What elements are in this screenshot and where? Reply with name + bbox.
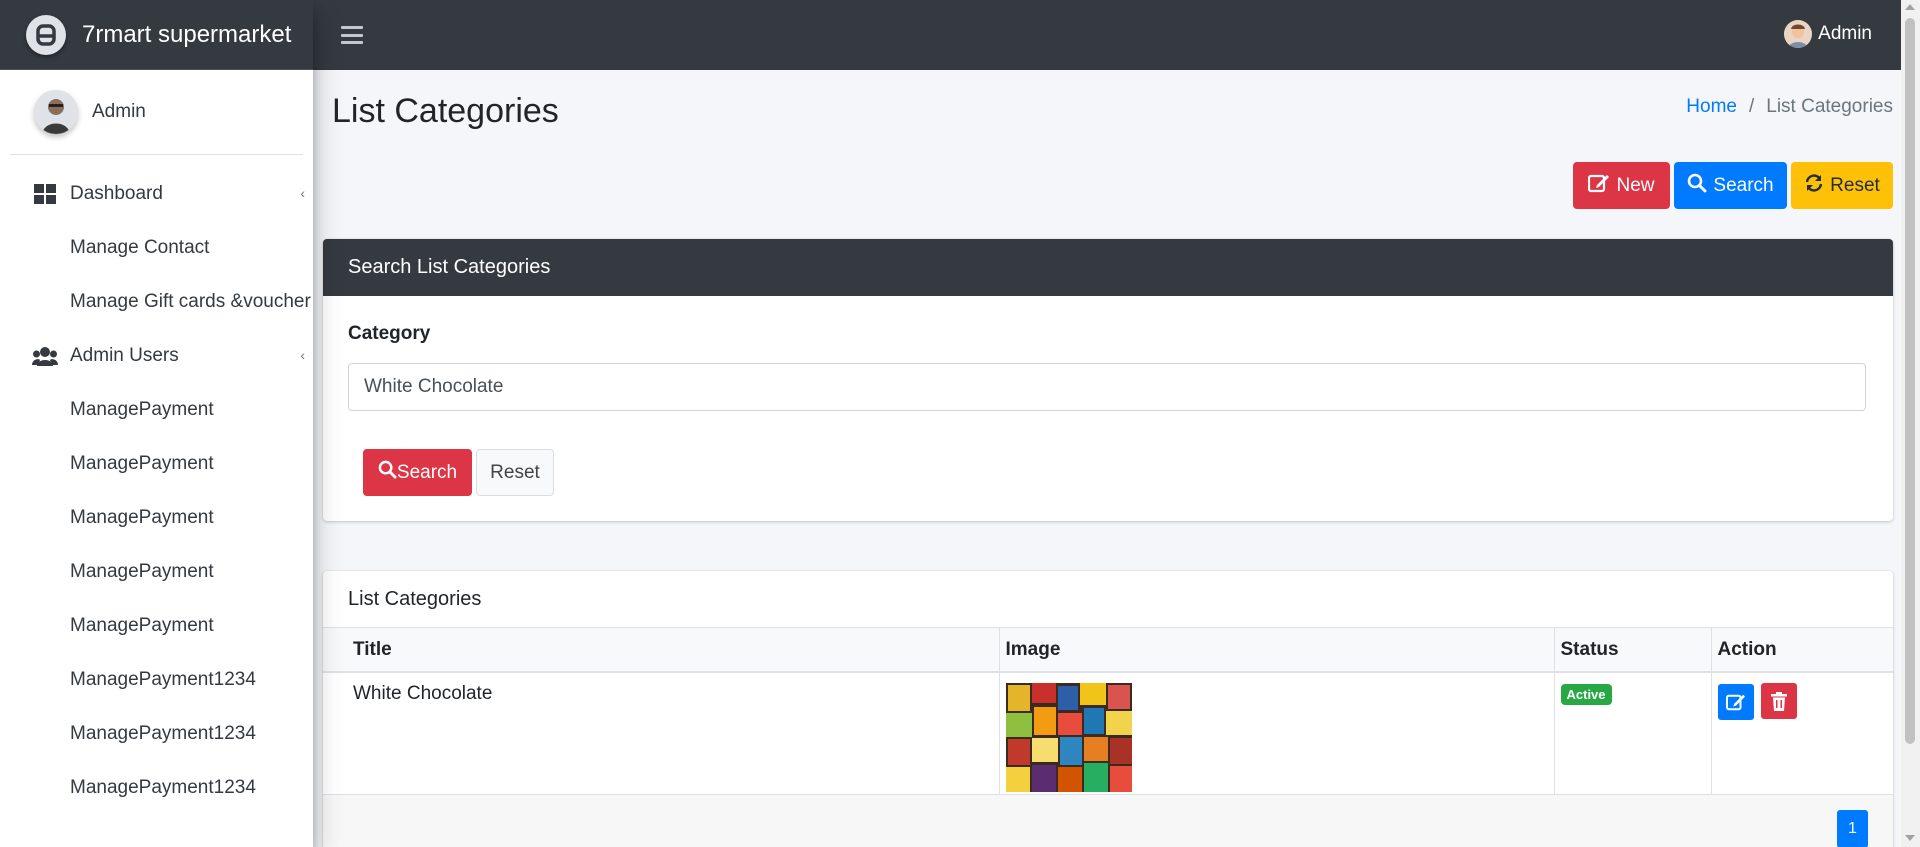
brand-logo-icon [26,14,66,55]
column-header-action: Action [1711,628,1893,673]
row-status-cell: Active [1554,672,1712,794]
new-button-label: New [1616,174,1655,196]
row-action-cell [1711,672,1893,794]
list-card-footer: 1 [323,794,1893,847]
search-card: Search List Categories Category White Ch… [323,239,1893,521]
sidebar-item-manage-payment[interactable]: ManagePayment [0,545,313,599]
edit-icon [1588,173,1610,199]
category-input[interactable]: White Chocolate [348,363,1866,411]
status-badge: Active [1560,684,1612,705]
sidebar-item-label: Admin Users [70,345,179,366]
table-row: White Chocolate Active [323,672,1893,794]
breadcrumb: Home / List Categories [1686,96,1893,118]
search-submit-button[interactable]: Search [363,449,472,496]
sidebar-nav: Dashboard ‹ Manage Contact Manage Gift c… [0,155,313,815]
scroll-up-arrow-icon[interactable] [1905,4,1915,10]
sidebar-item-manage-payment[interactable]: ManagePayment [0,491,313,545]
sidebar-item-manage-payment-1234[interactable]: ManagePayment1234 [0,707,313,761]
dashboard-icon [32,183,58,205]
sidebar-item-manage-contact[interactable]: Manage Contact [0,221,313,275]
search-button-label: Search [1713,174,1774,196]
sidebar-item-label: ManagePayment1234 [70,777,256,798]
sidebar-item-dashboard[interactable]: Dashboard ‹ [0,167,313,221]
top-navbar: Admin [313,0,1920,70]
list-card-title: List Categories [323,571,1893,628]
scrollbar-thumb[interactable] [1905,18,1915,744]
sidebar-item-manage-payment-1234[interactable]: ManagePayment1234 [0,653,313,707]
category-label: Category [348,323,431,344]
user-panel[interactable]: Admin [10,70,303,155]
trash-icon [1770,691,1787,711]
edit-row-button[interactable] [1717,683,1754,720]
sidebar-item-manage-gift-cards[interactable]: Manage Gift cards &voucher [0,275,313,329]
row-image-cell [999,672,1555,794]
search-card-title: Search List Categories [323,239,1893,296]
delete-row-button[interactable] [1760,683,1797,719]
search-icon [378,460,397,485]
user-name: Admin [92,101,146,122]
category-thumbnail-image [1005,683,1132,792]
chevron-left-icon: ‹ [300,347,305,363]
reset-button[interactable]: Reset [1791,162,1893,209]
table-header-row: Title Image Status Action [323,628,1893,673]
sidebar-item-label: Manage Contact [70,237,210,258]
breadcrumb-home-link[interactable]: Home [1686,96,1737,118]
users-icon [32,345,58,367]
sidebar-item-admin-users[interactable]: Admin Users ‹ [0,329,313,383]
sidebar-item-label: ManagePayment [70,615,214,636]
hamburger-menu-icon[interactable] [341,26,363,44]
edit-icon [1725,694,1745,710]
user-avatar-small [1784,20,1813,48]
sidebar-item-label: ManagePayment1234 [70,669,256,690]
page-actions: New Search Reset [1573,162,1893,209]
pagination-page-1[interactable]: 1 [1837,810,1868,847]
main-content: List Categories Home / List Categories N… [313,70,1901,847]
sidebar-item-label: ManagePayment [70,561,214,582]
user-avatar [34,90,78,134]
column-header-image: Image [999,628,1555,673]
list-card: List Categories Title Image Status Actio… [323,571,1893,847]
breadcrumb-current: List Categories [1766,96,1893,117]
new-button[interactable]: New [1573,162,1670,209]
search-form-buttons: Search Reset [363,449,554,496]
brand-link[interactable]: 7rmart supermarket [0,0,313,70]
search-button[interactable]: Search [1674,162,1787,209]
search-icon [1687,173,1707,199]
reset-button-label: Reset [1830,174,1880,196]
sidebar: 7rmart supermarket Admin Dashboard ‹ Man… [0,0,313,847]
search-submit-label: Search [396,461,458,483]
sidebar-item-label: ManagePayment [70,507,214,528]
search-reset-button[interactable]: Reset [476,449,554,496]
column-header-status: Status [1554,628,1712,673]
sidebar-item-manage-payment-1234[interactable]: ManagePayment1234 [0,761,313,815]
sidebar-item-label: Manage Gift cards &voucher [70,291,311,312]
scroll-down-arrow-icon[interactable] [1905,835,1915,841]
chevron-left-icon: ‹ [300,185,305,201]
page-scrollbar[interactable] [1901,0,1920,847]
row-title: White Chocolate [323,672,1000,794]
sidebar-item-label: ManagePayment1234 [70,723,256,744]
top-user-label: Admin [1818,23,1872,44]
breadcrumb-separator: / [1748,96,1755,117]
sidebar-item-label: Dashboard [70,183,163,204]
top-user-menu[interactable]: Admin [1784,20,1872,48]
sidebar-item-manage-payment[interactable]: ManagePayment [0,599,313,653]
brand-title: 7rmart supermarket [82,20,292,48]
categories-table: Title Image Status Action White Chocolat… [323,628,1893,794]
column-header-title: Title [323,628,1000,673]
page-title: List Categories [332,92,559,130]
sync-icon [1804,173,1824,199]
sidebar-item-label: ManagePayment [70,399,214,420]
sidebar-item-manage-payment[interactable]: ManagePayment [0,383,313,437]
sidebar-item-manage-payment[interactable]: ManagePayment [0,437,313,491]
sidebar-item-label: ManagePayment [70,453,214,474]
